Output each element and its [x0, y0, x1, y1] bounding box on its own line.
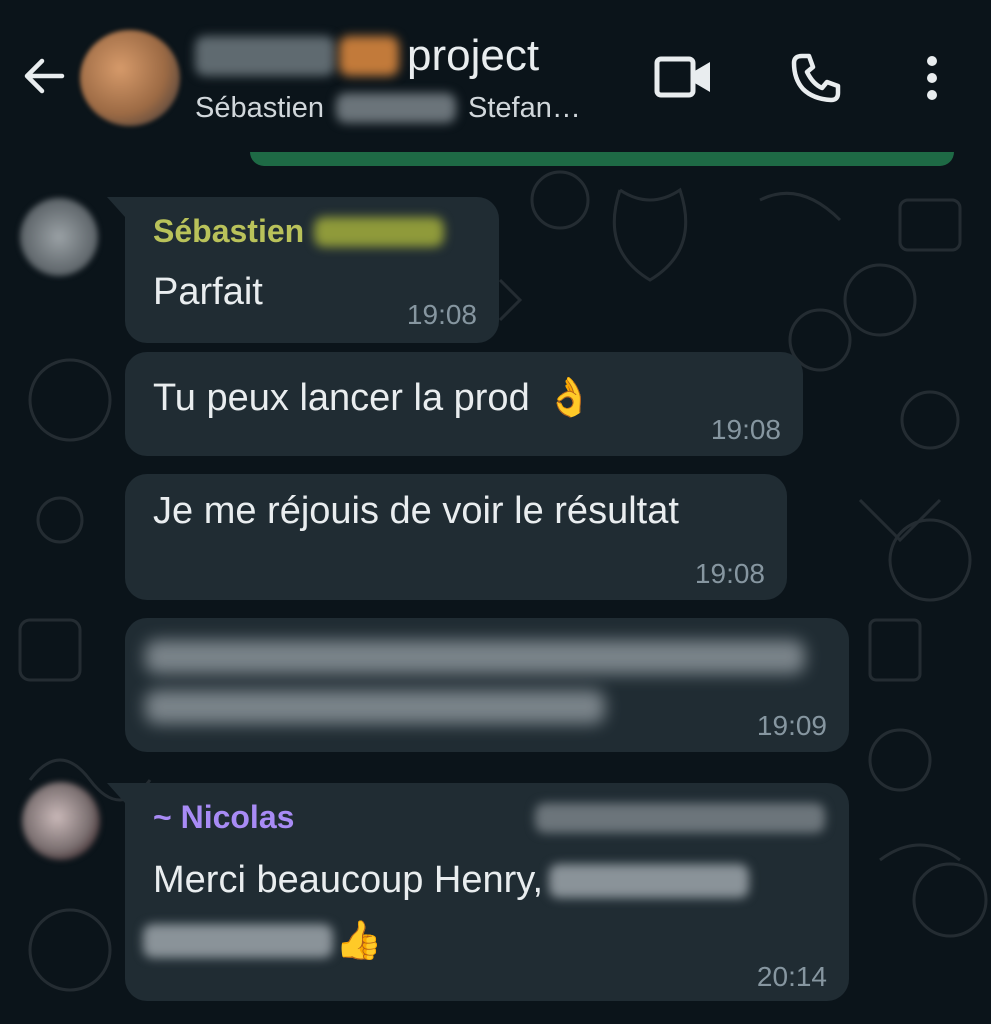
- sender-name-text: Sébastien: [153, 213, 305, 249]
- group-avatar[interactable]: [80, 30, 180, 126]
- chat-screen: project Sébastien Stefan… Sébastien Parf…: [0, 0, 991, 1024]
- redacted-phone-number: [535, 803, 825, 833]
- group-title: project: [195, 26, 625, 86]
- message-time: 19:08: [710, 414, 781, 445]
- group-title-text: project: [407, 31, 540, 80]
- bubble-tail: [107, 197, 125, 217]
- message-bubble[interactable]: ~ Nicolas Merci beaucoup Henry, 👍 20:14: [107, 783, 849, 1001]
- redacted-title-part: [339, 36, 399, 76]
- video-call-icon: [654, 56, 710, 98]
- message-text-line-2: 👍: [143, 919, 382, 963]
- message-time: 19:08: [406, 299, 477, 330]
- sender-name[interactable]: ~ Nicolas: [153, 799, 294, 836]
- back-arrow-icon: [24, 58, 65, 94]
- message-bubble[interactable]: Sébastien Parfait 19:08: [107, 197, 499, 343]
- voice-call-icon: [791, 53, 841, 103]
- message-text: Parfait: [153, 271, 263, 313]
- thumbs-up-emoji: 👍: [335, 920, 383, 962]
- message-bubble[interactable]: Tu peux lancer la prod 👌 19:08: [125, 352, 803, 456]
- message-text-content: Tu peux lancer la prod: [153, 376, 530, 419]
- chat-header: project Sébastien Stefan…: [0, 0, 991, 152]
- video-call-button[interactable]: [652, 46, 716, 110]
- redacted-message-line: [145, 640, 805, 674]
- message-text: Je me réjouis de voir le résultat: [153, 490, 679, 532]
- sender-avatar[interactable]: [20, 198, 98, 276]
- group-info[interactable]: project Sébastien Stefan…: [195, 26, 625, 130]
- ok-hand-emoji: 👌: [545, 377, 594, 419]
- message-bubble[interactable]: Je me réjouis de voir le résultat 19:08: [125, 474, 787, 600]
- back-button[interactable]: [14, 46, 74, 106]
- message-time: 20:14: [756, 961, 827, 992]
- voice-call-button[interactable]: [784, 46, 848, 110]
- redacted-member-name: [336, 93, 456, 123]
- sender-avatar[interactable]: [22, 782, 100, 860]
- message-text: Tu peux lancer la prod 👌: [153, 376, 593, 420]
- more-options-icon: [927, 56, 937, 100]
- sender-name[interactable]: Sébastien: [153, 213, 445, 250]
- sender-name-text: ~ Nicolas: [153, 799, 295, 835]
- message-time: 19:09: [756, 710, 827, 741]
- message-bubble[interactable]: 19:09: [125, 618, 849, 752]
- redacted-message-line: [145, 690, 605, 724]
- group-members: Sébastien Stefan…: [195, 86, 625, 130]
- message-time: 19:08: [694, 558, 765, 589]
- redacted-title-part: [195, 36, 335, 76]
- more-options-button[interactable]: [900, 46, 964, 110]
- message-text-content: Merci beaucoup Henry,: [153, 859, 544, 901]
- redacted-sender-lastname: [314, 216, 445, 247]
- bubble-tail: [107, 783, 125, 803]
- member-name-last: Stefan…: [468, 91, 581, 124]
- message-text: Merci beaucoup Henry,: [153, 859, 750, 902]
- redacted-text: [143, 924, 333, 958]
- member-name-first: Sébastien: [195, 91, 324, 124]
- redacted-text: [549, 863, 750, 898]
- pinned-message-bar[interactable]: [250, 150, 954, 166]
